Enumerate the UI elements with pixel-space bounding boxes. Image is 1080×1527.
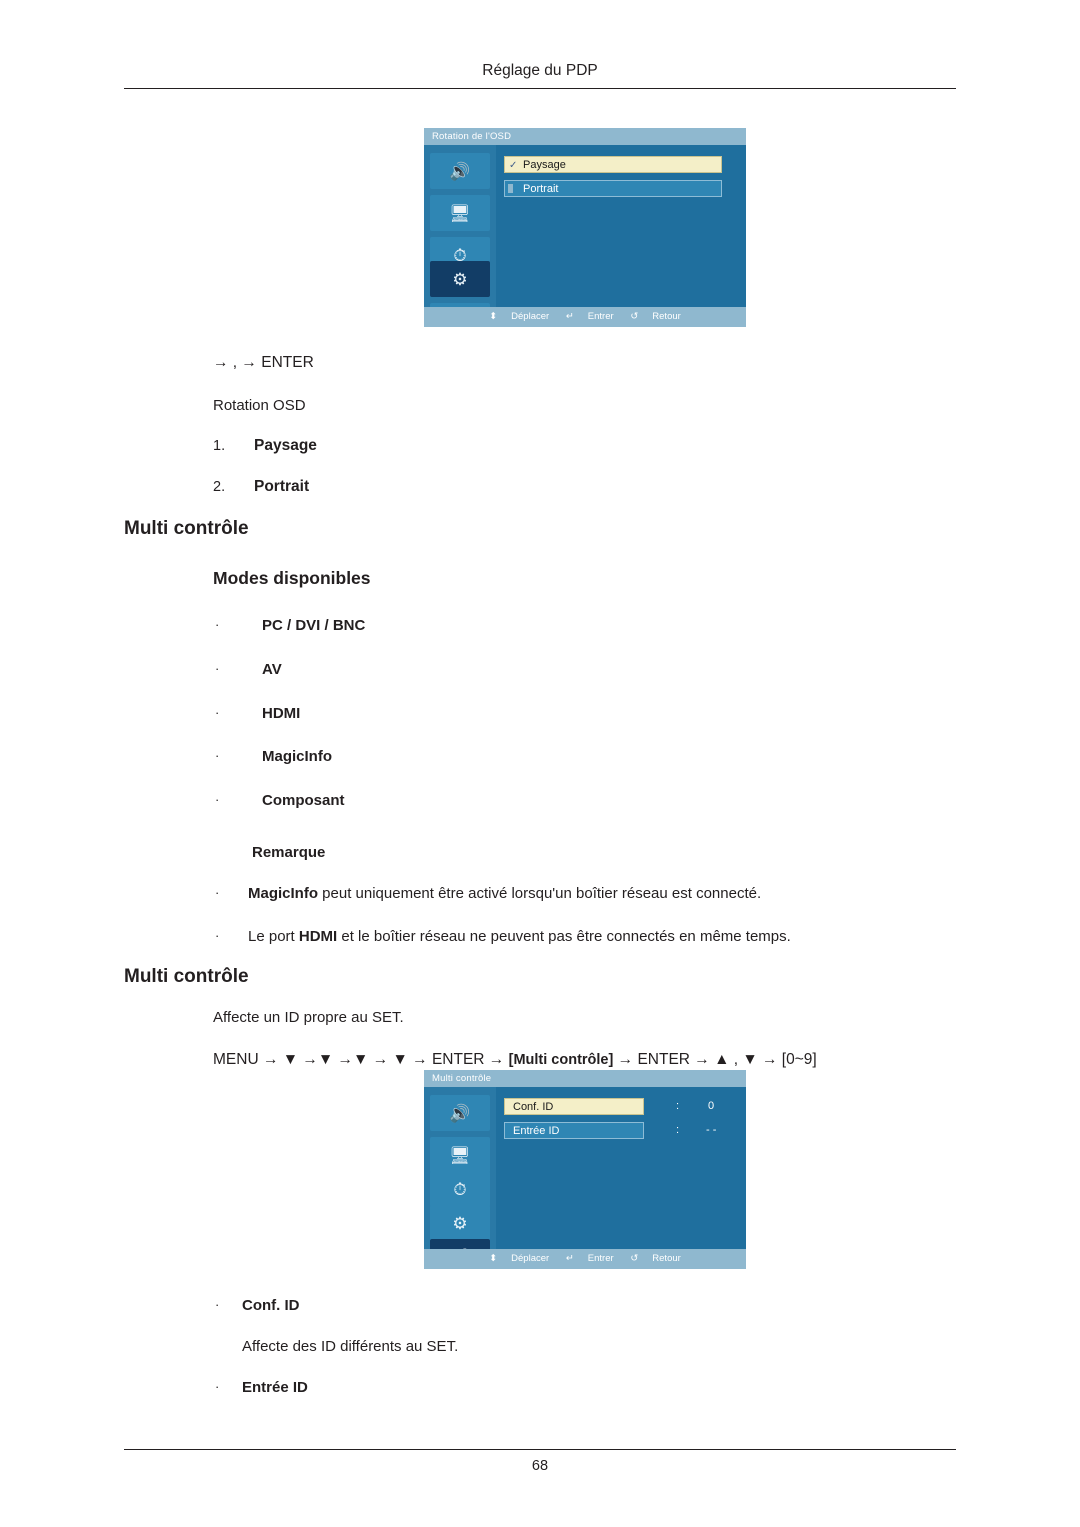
osd-row-label: Entrée ID bbox=[513, 1125, 560, 1137]
page-number: 68 bbox=[531, 1458, 549, 1474]
document-page: Réglage du PDP Rotation de l'OSD 🔊 🖥 ⏱ ⚙… bbox=[0, 0, 1080, 1527]
osd-item-label: Portrait bbox=[523, 183, 559, 195]
rotation-item-1-label: Paysage bbox=[254, 437, 317, 454]
multi-controle-desc: Affecte un ID propre au SET. bbox=[213, 1009, 404, 1026]
time-icon[interactable]: ⏱ bbox=[430, 1171, 490, 1207]
item-confid-desc: Affecte des ID différents au SET. bbox=[242, 1338, 459, 1355]
return-label: Retour bbox=[652, 311, 681, 322]
remark-0-rest: peut uniquement être activé lorsqu'un bo… bbox=[318, 885, 762, 902]
osd-item-label: Paysage bbox=[523, 159, 566, 171]
mode-bullet-dot: · bbox=[215, 792, 220, 807]
mode-bullet-dot: · bbox=[215, 661, 220, 676]
osd-row-confid[interactable]: Conf. ID bbox=[504, 1098, 644, 1115]
return-icon: ↺ bbox=[630, 1253, 639, 1264]
mode-bullet-dot: · bbox=[215, 748, 220, 763]
enter-icon: ↵ bbox=[565, 1253, 574, 1264]
remark-title: Remarque bbox=[252, 844, 326, 861]
menu-sequence-tag: [Multi contrôle] bbox=[508, 1052, 614, 1068]
item-confid-label: Conf. ID bbox=[242, 1297, 300, 1314]
remark-bullet-dot: · bbox=[215, 885, 220, 900]
osd-row-entreeid[interactable]: Entrée ID bbox=[504, 1122, 644, 1139]
rotation-item-2-num: 2. bbox=[213, 479, 226, 495]
osd-screenshot-multicontrol: Multi contrôle 🔊 🖥 ⏱ ⚙ 🗃 Conf. ID : 0 En… bbox=[424, 1070, 746, 1269]
check-icon: ✓ bbox=[509, 160, 518, 171]
remark-0-bold: MagicInfo bbox=[248, 885, 318, 902]
rotation-item-2-label: Portrait bbox=[254, 478, 310, 495]
header-divider bbox=[124, 88, 956, 89]
item-bullet-dot: · bbox=[215, 1297, 220, 1312]
input-icon[interactable]: 🖥 bbox=[430, 195, 490, 231]
rotation-sequence: → , → ENTER bbox=[213, 354, 314, 371]
enter-label: Entrer bbox=[587, 311, 614, 322]
mode-bullet-dot: · bbox=[215, 617, 220, 632]
osd-sidebar: 🔊 🖥 ⏱ ⚙ 🗃 bbox=[424, 145, 496, 327]
setup-gear-icon[interactable]: ⚙ bbox=[430, 1205, 490, 1241]
move-icon: ⬍ bbox=[489, 1253, 498, 1264]
osd-item-portrait[interactable]: Portrait bbox=[504, 180, 722, 197]
bullet-marker-icon bbox=[508, 184, 513, 193]
osd-screenshot-rotation: Rotation de l'OSD 🔊 🖥 ⏱ ⚙ 🗃 ✓ Paysage Po… bbox=[424, 128, 746, 327]
input-icon[interactable]: 🖥 bbox=[430, 1137, 490, 1173]
item-bullet-dot: · bbox=[215, 1379, 220, 1394]
rotation-item-1-num: 1. bbox=[213, 438, 226, 454]
menu-sequence-prefix: MENU → ▼ →▼ →▼ → ▼ → ENTER → bbox=[213, 1051, 509, 1068]
remark-bullet-dot: · bbox=[215, 928, 220, 943]
modes-disponibles-heading: Modes disponibles bbox=[213, 568, 371, 588]
sound-icon[interactable]: 🔊 bbox=[430, 1095, 490, 1131]
osd-item-paysage[interactable]: ✓ Paysage bbox=[504, 156, 722, 173]
osd-row-label: Conf. ID bbox=[513, 1101, 554, 1113]
move-icon: ⬍ bbox=[489, 311, 498, 322]
osd-row-entreeid-sep: : bbox=[676, 1124, 680, 1136]
mode-item-1: AV bbox=[262, 661, 282, 678]
menu-sequence-suffix: → ENTER → ▲ , ▼ → [0~9] bbox=[613, 1051, 817, 1068]
mode-bullet-dot: · bbox=[215, 705, 220, 720]
remark-item-1: Le port HDMI et le boîtier réseau ne peu… bbox=[248, 928, 791, 947]
remark-item-0: MagicInfo peut uniquement être activé lo… bbox=[248, 885, 761, 904]
page-header: Réglage du PDP bbox=[482, 62, 598, 79]
multi-controle-heading-1: Multi contrôle bbox=[124, 518, 249, 539]
mode-item-0: PC / DVI / BNC bbox=[262, 617, 366, 634]
osd-title: Multi contrôle bbox=[424, 1070, 746, 1087]
return-label: Retour bbox=[652, 1253, 681, 1264]
osd-row-entreeid-value: - - bbox=[706, 1124, 717, 1136]
rotation-osd-title: Rotation OSD bbox=[213, 397, 306, 414]
osd-sidebar: 🔊 🖥 ⏱ ⚙ 🗃 bbox=[424, 1087, 496, 1269]
item-entreeid-label: Entrée ID bbox=[242, 1379, 308, 1396]
sound-icon[interactable]: 🔊 bbox=[430, 153, 490, 189]
multi-controle-heading-2: Multi contrôle bbox=[124, 966, 249, 987]
osd-footer-bar: ⬍ Déplacer ↵ Entrer ↺ Retour bbox=[424, 307, 746, 327]
move-label: Déplacer bbox=[511, 1253, 550, 1264]
return-icon: ↺ bbox=[630, 311, 639, 322]
remark-1-bold: HDMI bbox=[298, 928, 338, 945]
enter-icon: ↵ bbox=[565, 311, 574, 322]
mode-item-2: HDMI bbox=[262, 705, 301, 722]
osd-title: Rotation de l'OSD bbox=[424, 128, 746, 145]
remark-1-rest: et le boîtier réseau ne peuvent pas être… bbox=[337, 928, 791, 945]
osd-footer-bar: ⬍ Déplacer ↵ Entrer ↺ Retour bbox=[424, 1249, 746, 1269]
mode-item-4: Composant bbox=[262, 792, 345, 809]
enter-label: Entrer bbox=[587, 1253, 614, 1264]
move-label: Déplacer bbox=[511, 311, 550, 322]
mode-item-3: MagicInfo bbox=[262, 748, 332, 765]
setup-gear-icon[interactable]: ⚙ bbox=[430, 261, 490, 297]
remark-1-pre: Le port bbox=[248, 928, 299, 945]
footer-divider bbox=[124, 1449, 956, 1450]
menu-sequence: MENU → ▼ →▼ →▼ → ▼ → ENTER → [Multi cont… bbox=[213, 1051, 817, 1069]
osd-row-confid-sep: : bbox=[676, 1100, 680, 1112]
osd-row-confid-value: 0 bbox=[708, 1100, 715, 1112]
